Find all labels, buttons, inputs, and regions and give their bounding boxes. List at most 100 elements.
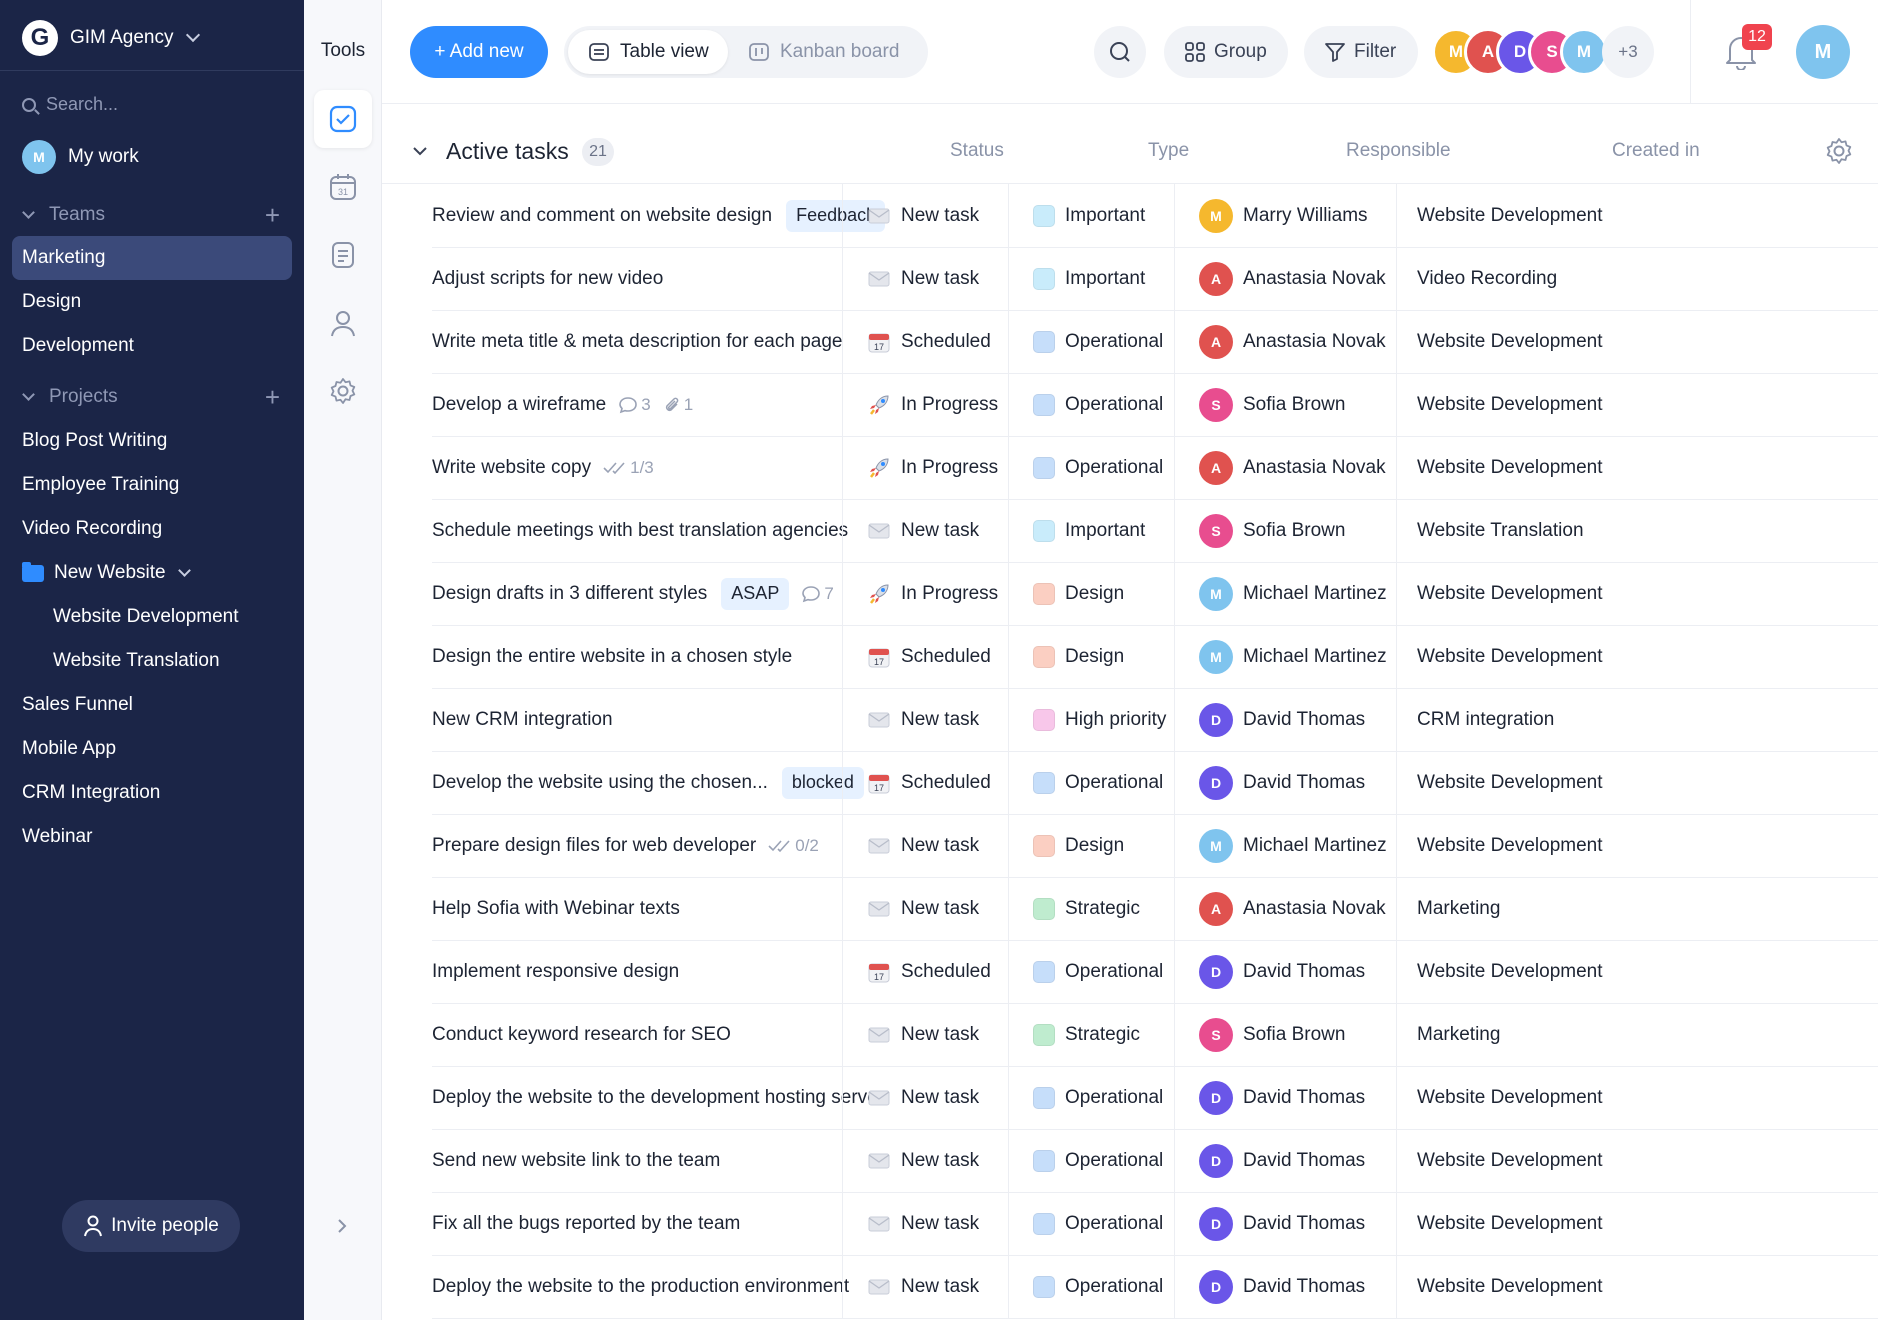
- created-in-cell[interactable]: Marketing: [1396, 1003, 1878, 1066]
- add-new-button[interactable]: + Add new: [410, 26, 548, 78]
- responsible-cell[interactable]: A Anastasia Novak: [1174, 877, 1396, 940]
- tool-notes[interactable]: [314, 226, 372, 284]
- workspace-switcher[interactable]: G GIM Agency: [22, 18, 200, 58]
- type-cell[interactable]: Important: [1008, 184, 1174, 247]
- type-cell[interactable]: Strategic: [1008, 877, 1174, 940]
- created-in-cell[interactable]: Video Recording: [1396, 247, 1878, 310]
- status-cell[interactable]: New task: [842, 1192, 1008, 1255]
- type-cell[interactable]: Operational: [1008, 436, 1174, 499]
- type-cell[interactable]: Strategic: [1008, 1003, 1174, 1066]
- responsible-cell[interactable]: D David Thomas: [1174, 751, 1396, 814]
- collapse-group-icon[interactable]: [412, 144, 428, 162]
- type-cell[interactable]: Important: [1008, 247, 1174, 310]
- table-row[interactable]: Schedule meetings with best translation …: [432, 499, 1878, 563]
- type-cell[interactable]: Operational: [1008, 1066, 1174, 1129]
- type-cell[interactable]: High priority: [1008, 688, 1174, 751]
- table-row[interactable]: Conduct keyword research for SEO New task…: [432, 1003, 1878, 1067]
- table-row[interactable]: Implement responsive design 17 Scheduled Op…: [432, 940, 1878, 1004]
- projects-section-header[interactable]: Projects +: [22, 384, 280, 410]
- created-in-cell[interactable]: Website Development: [1396, 184, 1878, 247]
- status-cell[interactable]: 17 Scheduled: [842, 310, 1008, 373]
- table-row[interactable]: Send new website link to the team New tas…: [432, 1129, 1878, 1193]
- type-cell[interactable]: Operational: [1008, 1255, 1174, 1318]
- responsible-cell[interactable]: A Anastasia Novak: [1174, 436, 1396, 499]
- kanban-board-tab[interactable]: Kanban board: [728, 30, 924, 74]
- column-header-status[interactable]: Status: [950, 140, 1004, 162]
- column-header-responsible[interactable]: Responsible: [1346, 140, 1451, 162]
- created-in-cell[interactable]: Website Development: [1396, 814, 1878, 877]
- table-row[interactable]: Adjust scripts for new video New task Impo…: [432, 247, 1878, 311]
- responsible-cell[interactable]: D David Thomas: [1174, 1255, 1396, 1318]
- created-in-cell[interactable]: Website Development: [1396, 310, 1878, 373]
- responsible-cell[interactable]: M Michael Martinez: [1174, 625, 1396, 688]
- responsible-cell[interactable]: D David Thomas: [1174, 688, 1396, 751]
- created-in-cell[interactable]: Website Development: [1396, 562, 1878, 625]
- sidebar-item-video-recording[interactable]: Video Recording: [12, 507, 292, 551]
- status-cell[interactable]: New task: [842, 814, 1008, 877]
- my-work-link[interactable]: M My work: [22, 140, 139, 174]
- status-cell[interactable]: New task: [842, 1129, 1008, 1192]
- sidebar-folder-new-website[interactable]: New Website: [12, 551, 292, 595]
- responsible-cell[interactable]: M Michael Martinez: [1174, 814, 1396, 877]
- sidebar-item-blog-post-writing[interactable]: Blog Post Writing: [12, 419, 292, 463]
- status-cell[interactable]: New task: [842, 247, 1008, 310]
- created-in-cell[interactable]: Website Development: [1396, 751, 1878, 814]
- status-cell[interactable]: 17 Scheduled: [842, 625, 1008, 688]
- created-in-cell[interactable]: Website Development: [1396, 940, 1878, 1003]
- responsible-cell[interactable]: D David Thomas: [1174, 940, 1396, 1003]
- invite-people-button[interactable]: Invite people: [62, 1200, 240, 1252]
- responsible-cell[interactable]: S Sofia Brown: [1174, 1003, 1396, 1066]
- status-cell[interactable]: New task: [842, 1003, 1008, 1066]
- sidebar-item-crm-integration[interactable]: CRM Integration: [12, 771, 292, 815]
- responsible-cell[interactable]: D David Thomas: [1174, 1129, 1396, 1192]
- status-cell[interactable]: In Progress: [842, 436, 1008, 499]
- search-button[interactable]: [1094, 26, 1146, 78]
- created-in-cell[interactable]: Website Development: [1396, 625, 1878, 688]
- responsible-cell[interactable]: M Michael Martinez: [1174, 562, 1396, 625]
- type-cell[interactable]: Operational: [1008, 1129, 1174, 1192]
- sidebar-item-marketing[interactable]: Marketing: [12, 236, 292, 280]
- table-settings-icon[interactable]: [1824, 136, 1854, 171]
- created-in-cell[interactable]: Website Development: [1396, 436, 1878, 499]
- created-in-cell[interactable]: Website Development: [1396, 373, 1878, 436]
- sidebar-item-website-development[interactable]: Website Development: [12, 595, 292, 639]
- type-cell[interactable]: Operational: [1008, 373, 1174, 436]
- responsible-cell[interactable]: A Anastasia Novak: [1174, 247, 1396, 310]
- type-cell[interactable]: Important: [1008, 499, 1174, 562]
- add-project-icon[interactable]: +: [265, 384, 280, 410]
- teams-section-header[interactable]: Teams +: [22, 202, 280, 228]
- sidebar-item-sales-funnel[interactable]: Sales Funnel: [12, 683, 292, 727]
- status-cell[interactable]: In Progress: [842, 373, 1008, 436]
- responsible-cell[interactable]: D David Thomas: [1174, 1192, 1396, 1255]
- more-avatars-count[interactable]: +3: [1602, 26, 1654, 78]
- status-cell[interactable]: New task: [842, 877, 1008, 940]
- status-cell[interactable]: New task: [842, 184, 1008, 247]
- table-row[interactable]: Design the entire website in a chosen st…: [432, 625, 1878, 689]
- expand-panel-icon[interactable]: [334, 1216, 350, 1241]
- tool-tasks[interactable]: [314, 90, 372, 148]
- table-row[interactable]: Write website copy 1/3 In Progress Operatio…: [432, 436, 1878, 500]
- created-in-cell[interactable]: Website Development: [1396, 1192, 1878, 1255]
- sidebar-item-website-translation[interactable]: Website Translation: [12, 639, 292, 683]
- type-cell[interactable]: Design: [1008, 562, 1174, 625]
- column-header-created-in[interactable]: Created in: [1612, 140, 1700, 162]
- responsible-cell[interactable]: D David Thomas: [1174, 1066, 1396, 1129]
- created-in-cell[interactable]: Website Translation: [1396, 499, 1878, 562]
- status-cell[interactable]: In Progress: [842, 562, 1008, 625]
- status-cell[interactable]: New task: [842, 1255, 1008, 1318]
- created-in-cell[interactable]: Website Development: [1396, 1255, 1878, 1318]
- created-in-cell[interactable]: Website Development: [1396, 1129, 1878, 1192]
- table-row[interactable]: Fix all the bugs reported by the team New…: [432, 1192, 1878, 1256]
- type-cell[interactable]: Operational: [1008, 1192, 1174, 1255]
- sidebar-item-design[interactable]: Design: [12, 280, 292, 324]
- responsible-cell[interactable]: S Sofia Brown: [1174, 499, 1396, 562]
- type-cell[interactable]: Operational: [1008, 310, 1174, 373]
- status-cell[interactable]: New task: [842, 688, 1008, 751]
- table-row[interactable]: Write meta title & meta description for …: [432, 310, 1878, 374]
- type-cell[interactable]: Design: [1008, 814, 1174, 877]
- type-cell[interactable]: Operational: [1008, 940, 1174, 1003]
- table-row[interactable]: Prepare design files for web developer 0/…: [432, 814, 1878, 878]
- group-button[interactable]: Group: [1164, 26, 1288, 78]
- sidebar-item-mobile-app[interactable]: Mobile App: [12, 727, 292, 771]
- tool-settings[interactable]: [314, 362, 372, 420]
